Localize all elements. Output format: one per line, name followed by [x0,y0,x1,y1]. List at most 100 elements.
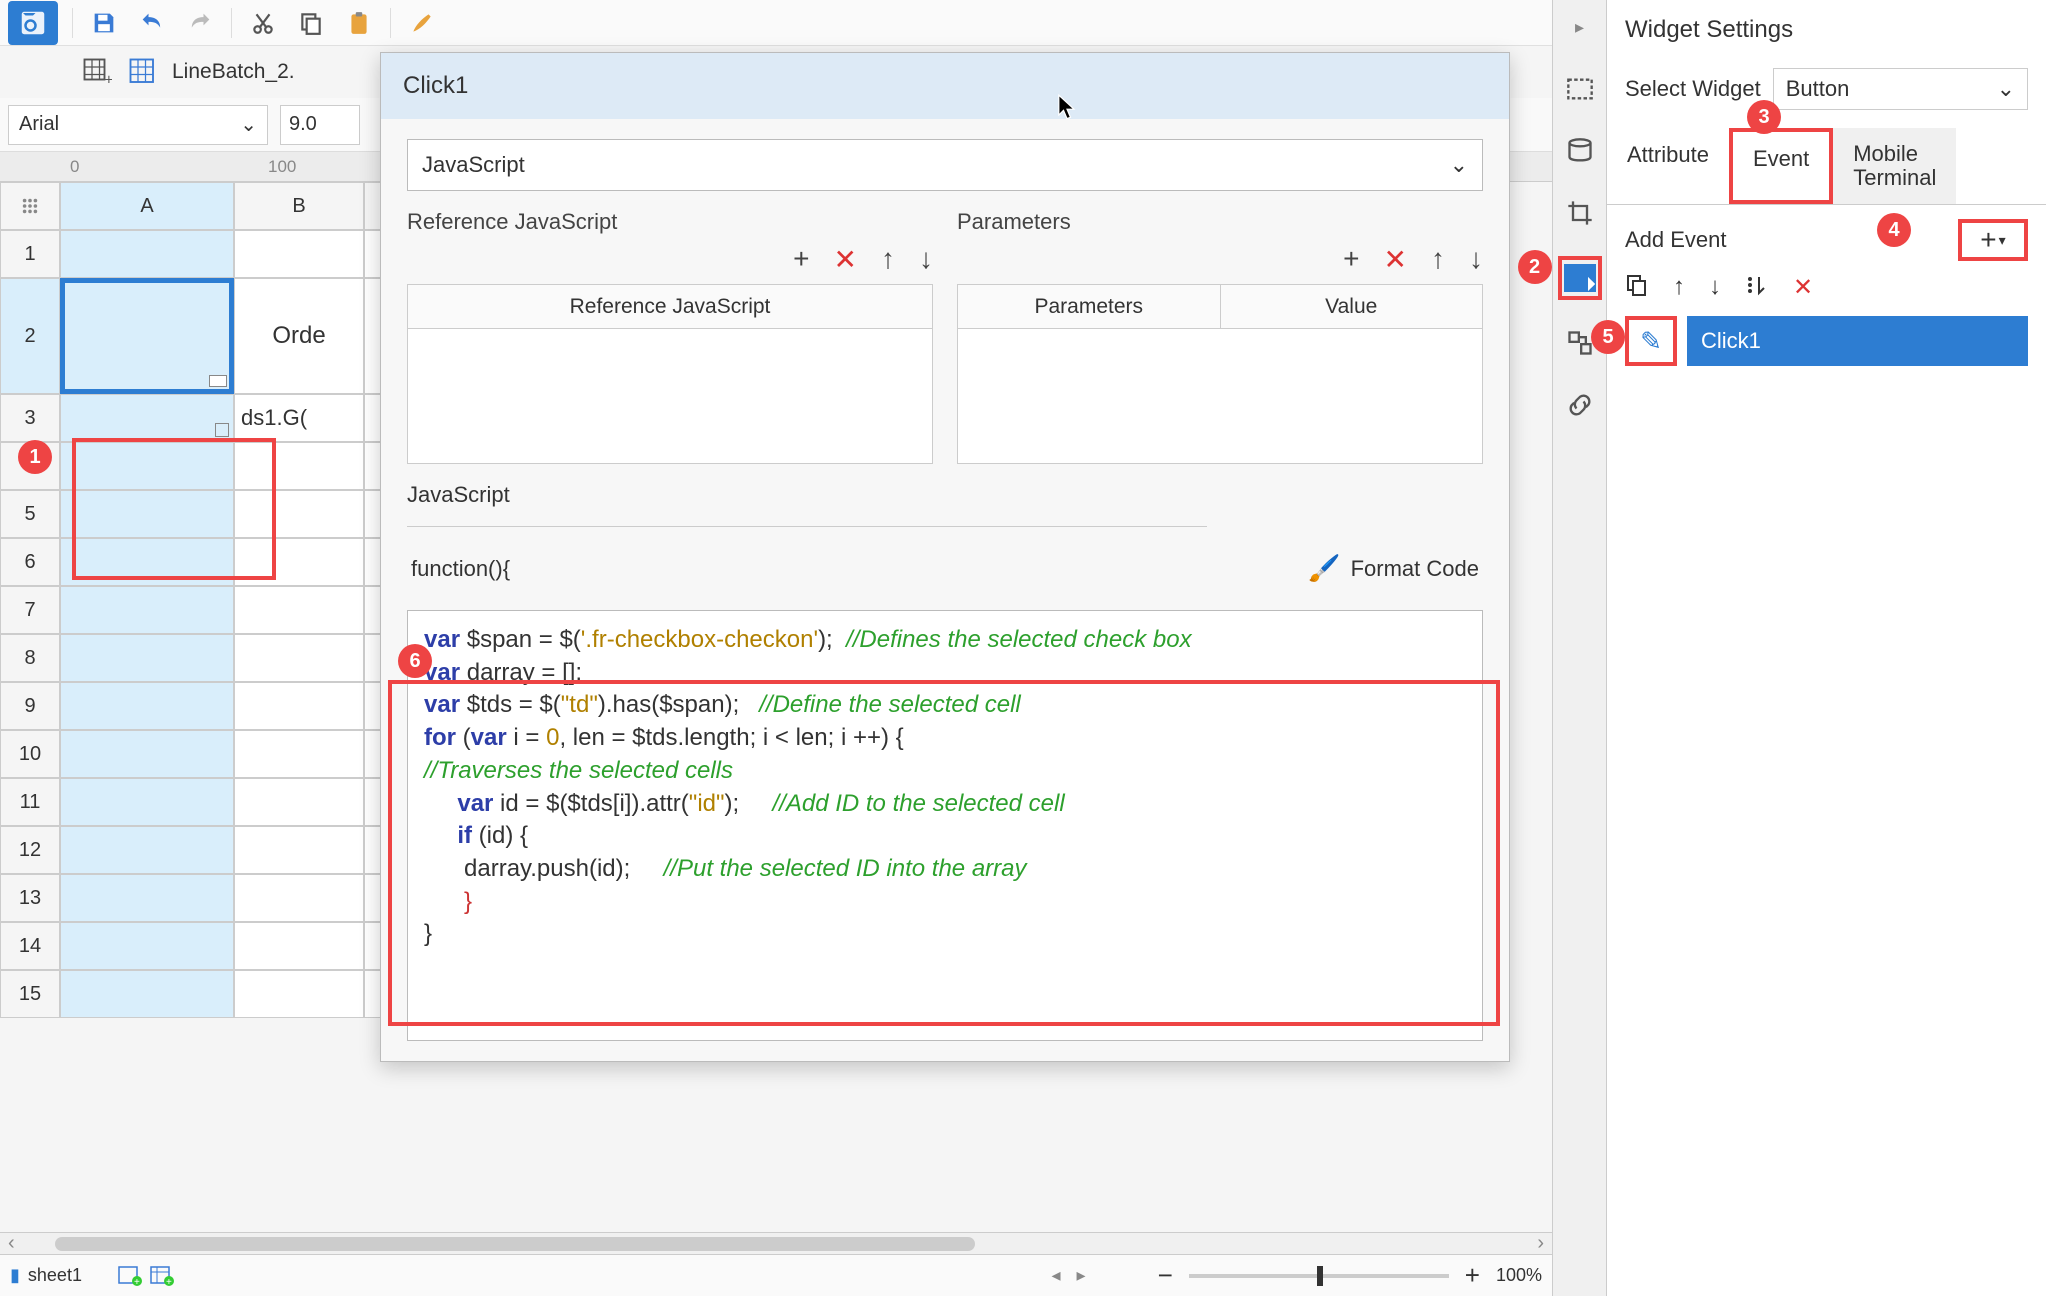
cell[interactable] [234,874,364,922]
cell[interactable] [60,874,234,922]
crop-icon[interactable] [1561,194,1599,232]
cell[interactable] [234,730,364,778]
select-all-cell[interactable] [0,182,60,230]
cell[interactable] [234,682,364,730]
expand-icon[interactable]: ▸ [1561,8,1599,46]
cell[interactable] [60,970,234,1018]
cell[interactable] [60,442,234,490]
link-icon[interactable] [1561,386,1599,424]
cell[interactable] [234,922,364,970]
tab-event[interactable]: Event [1729,128,1833,204]
widget-type-select[interactable]: Button ⌄ [1773,68,2028,110]
cell[interactable] [60,826,234,874]
copy-icon[interactable] [294,6,328,40]
cell[interactable] [234,778,364,826]
scroll-right-icon[interactable]: › [1537,1232,1544,1255]
font-name-select[interactable]: Arial ⌄ [8,105,268,145]
zoom-slider[interactable] [1189,1274,1449,1278]
language-select[interactable]: JavaScript ⌄ [407,139,1483,191]
event-item[interactable]: Click1 [1687,316,2028,366]
document-tab-label[interactable]: LineBatch_2. [172,60,295,84]
cell[interactable] [60,634,234,682]
cell[interactable] [60,778,234,826]
cell[interactable] [234,538,364,586]
sheet-tab-label[interactable]: sheet1 [28,1265,82,1286]
code-editor[interactable]: var $span = $('.fr-checkbox-checkon'); /… [407,610,1483,1041]
row-header[interactable]: 7 [0,586,60,634]
scroll-left-icon[interactable]: ‹ [8,1232,15,1255]
database-icon[interactable] [1561,132,1599,170]
nav-prev-icon[interactable]: ▸ [1077,1265,1086,1286]
cell[interactable] [234,230,364,278]
cell[interactable] [234,970,364,1018]
row-header[interactable]: 8 [0,634,60,682]
cell[interactable] [60,394,234,442]
add-event-button[interactable]: +▾ [1958,219,2028,261]
save-icon[interactable] [87,6,121,40]
row-header[interactable]: 11 [0,778,60,826]
row-header[interactable]: 3 [0,394,60,442]
reference-js-table[interactable]: Reference JavaScript [407,284,933,464]
cell[interactable] [234,442,364,490]
redo-icon[interactable] [183,6,217,40]
cell[interactable] [234,634,364,682]
add-icon[interactable]: + [793,243,809,276]
format-code-button[interactable]: 🖌️ Format Code [1308,553,1479,584]
move-up-icon[interactable]: ↑ [1431,243,1445,276]
delete-icon[interactable]: ✕ [1384,243,1407,276]
cell[interactable] [60,682,234,730]
copy-icon[interactable] [1625,273,1649,302]
delete-icon[interactable]: ✕ [834,243,857,276]
font-size-input[interactable]: 9.0 [280,105,360,145]
cell[interactable] [60,586,234,634]
move-up-icon[interactable]: ↑ [881,243,895,276]
paste-icon[interactable] [342,6,376,40]
parameters-table[interactable]: Parameters Value [957,284,1483,464]
zoom-in-icon[interactable]: + [1465,1260,1480,1291]
cell[interactable] [60,538,234,586]
move-up-icon[interactable]: ↑ [1673,273,1685,302]
move-down-icon[interactable]: ↓ [919,243,933,276]
row-header[interactable]: 14 [0,922,60,970]
move-down-icon[interactable]: ↓ [1709,273,1721,302]
cell[interactable] [60,922,234,970]
horizontal-scrollbar[interactable]: ‹ › [0,1232,1552,1254]
row-header[interactable]: 15 [0,970,60,1018]
row-header[interactable]: 13 [0,874,60,922]
column-header[interactable]: B [234,182,364,230]
row-header[interactable]: 1 [0,230,60,278]
add-sheet-alt-icon[interactable]: + [150,1266,174,1286]
row-header[interactable]: 6 [0,538,60,586]
cut-icon[interactable] [246,6,280,40]
cell[interactable]: Orde [234,278,364,394]
scrollbar-thumb[interactable] [55,1237,975,1251]
column-header[interactable]: A [60,182,234,230]
cell[interactable]: ds1.G( [234,394,364,442]
tab-attribute[interactable]: Attribute [1607,128,1729,204]
row-header[interactable]: 10 [0,730,60,778]
grid-icon[interactable] [126,55,160,89]
cell[interactable] [60,230,234,278]
cell[interactable] [234,586,364,634]
cell[interactable] [234,826,364,874]
grid-plus-icon[interactable]: + [80,55,114,89]
cell[interactable] [60,490,234,538]
dialog-title-bar[interactable]: Click1 [381,53,1509,119]
cell[interactable] [60,730,234,778]
zoom-out-icon[interactable]: − [1158,1260,1173,1291]
row-header[interactable]: 2 [0,278,60,394]
tab-mobile-terminal[interactable]: Mobile Terminal [1833,128,1956,204]
brush-icon[interactable] [405,6,439,40]
selected-cell-a2[interactable] [60,278,234,394]
edit-event-button[interactable]: ✎ [1625,316,1677,366]
add-sheet-icon[interactable]: + [118,1266,142,1286]
zoom-slider-thumb[interactable] [1317,1266,1323,1286]
nav-first-icon[interactable]: ◂ [1051,1265,1060,1286]
move-down-icon[interactable]: ↓ [1469,243,1483,276]
row-header[interactable]: 5 [0,490,60,538]
widget-settings-icon[interactable] [1558,256,1602,300]
row-header[interactable]: 9 [0,682,60,730]
sort-icon[interactable] [1745,273,1769,302]
delete-icon[interactable]: ✕ [1793,273,1813,302]
row-header[interactable]: 12 [0,826,60,874]
